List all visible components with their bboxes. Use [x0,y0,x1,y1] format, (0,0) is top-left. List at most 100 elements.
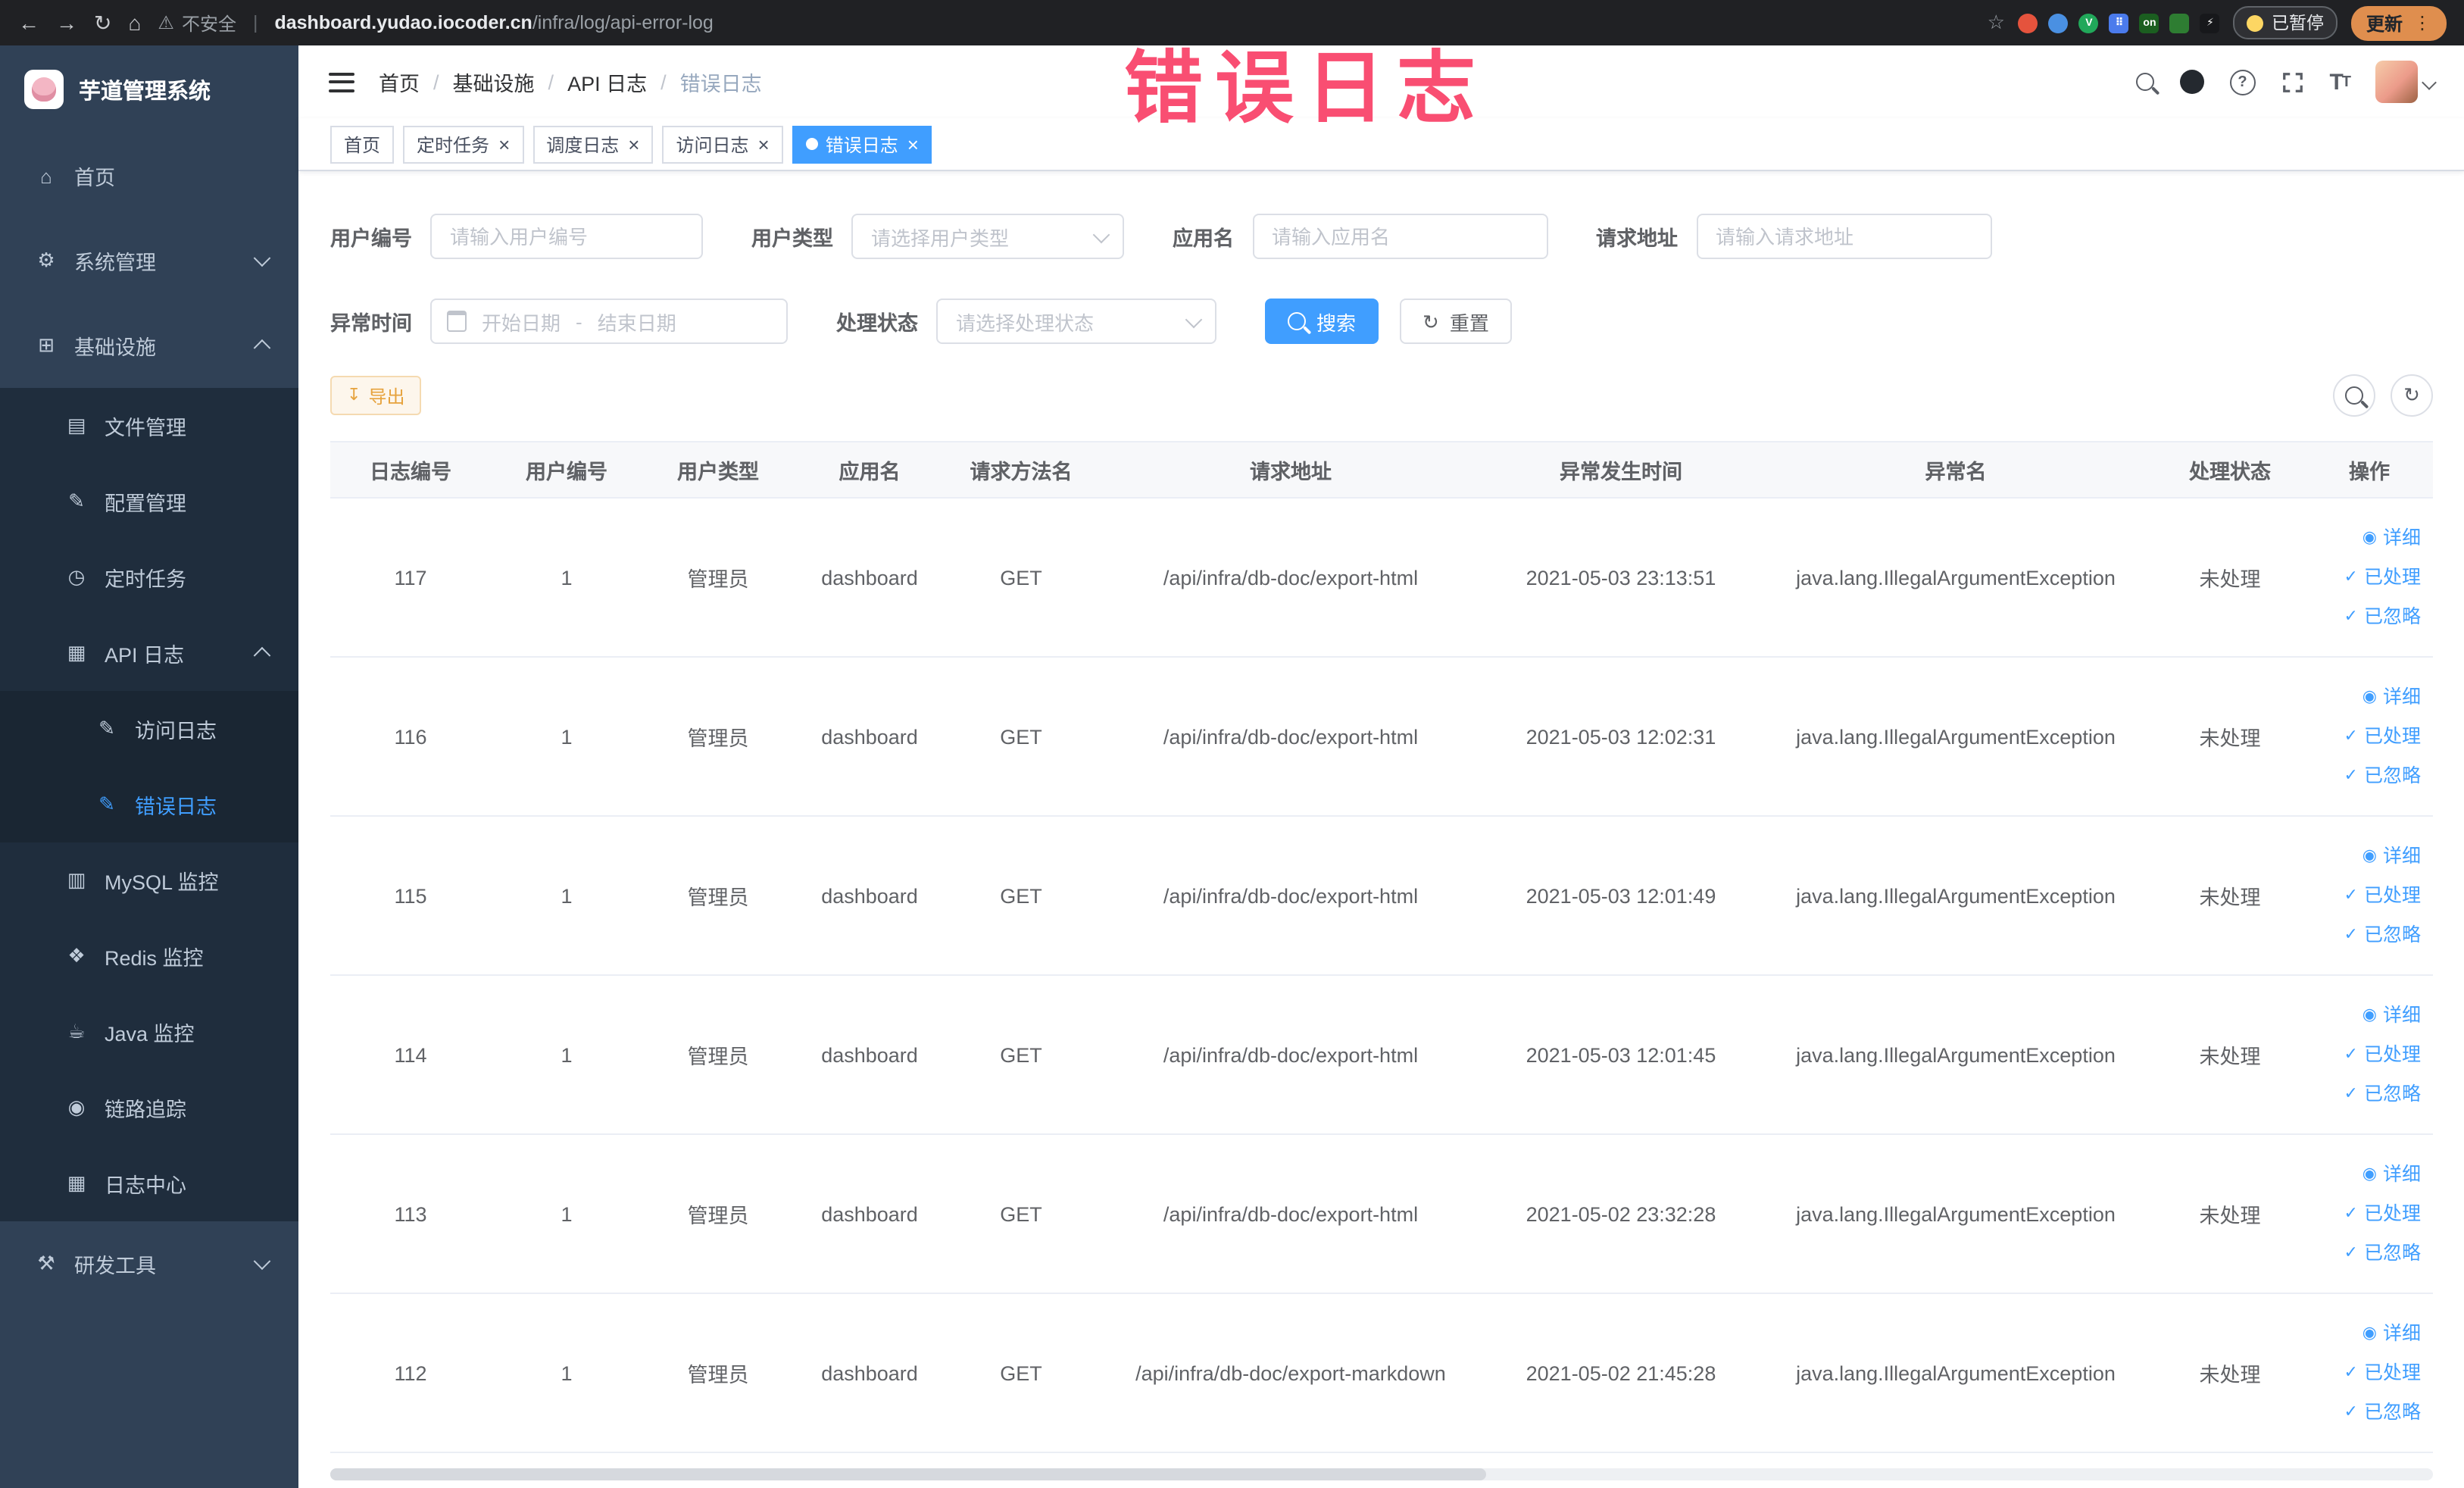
action-processed[interactable]: ✓ 已处理 [2312,717,2421,756]
close-icon[interactable]: × [907,134,919,154]
refresh-button[interactable]: ↻ [2391,374,2433,417]
extension-leaf-icon[interactable] [2169,13,2190,33]
check-icon: ✓ [2344,1364,2358,1382]
close-icon[interactable]: × [628,134,639,154]
extension-red-ball-icon[interactable] [2018,13,2038,33]
start-date-placeholder: 开始日期 [482,311,561,334]
extension-on-badge-icon[interactable]: on [2139,13,2160,33]
action-label: 已处理 [2363,567,2421,588]
search-icon[interactable] [2135,73,2154,91]
action-ignored[interactable]: ✓ 已忽略 [2312,1393,2421,1432]
sidebar: 芋道管理系统 ⌂ 首页 ⚙ 系统管理 ⊞ 基础设施 ▤ 文件管理 ✎ 配置管理 ◷ 定时任务 ▦ API … [0,45,298,1488]
table-row: 115 1 管理员 dashboard GET/api/infra/db-doc/exp… [330,816,2433,976]
sidebar-item-redis-monitor[interactable]: ❖ Redis 监控 [0,918,298,994]
action-detail[interactable]: ◉ 详细 [2312,518,2421,558]
sidebar-item-system-mgmt[interactable]: ⚙ 系统管理 [0,218,298,303]
sidebar-item-trace[interactable]: ◉ 链路追踪 [0,1070,298,1146]
help-icon[interactable]: ? [2229,69,2256,95]
fullscreen-icon[interactable] [2281,70,2303,93]
sidebar-item-java-monitor[interactable]: ☕ Java 监控 [0,994,298,1070]
security-indicator[interactable]: ⚠ 不安全 [158,10,236,36]
tab-timed-task[interactable]: 定时任务 × [403,125,524,163]
action-detail[interactable]: ◉ 详细 [2312,836,2421,876]
app-logo[interactable]: 芋道管理系统 [0,45,298,133]
address-bar[interactable]: dashboard.yudao.iocoder.cn/infra/log/api… [274,12,713,33]
action-detail[interactable]: ◉ 详细 [2312,677,2421,717]
close-icon[interactable]: × [758,134,770,154]
action-ignored[interactable]: ✓ 已忽略 [2312,915,2421,955]
action-detail[interactable]: ◉ 详细 [2312,1155,2421,1194]
reload-icon[interactable]: ↻ [94,12,111,33]
sidebar-item-log-center[interactable]: ▦ 日志中心 [0,1146,298,1221]
gear-icon: ⚙ [37,249,55,271]
action-ignored[interactable]: ✓ 已忽略 [2312,756,2421,796]
sidebar-item-api-log[interactable]: ▦ API 日志 [0,615,298,691]
app-name-input[interactable] [1252,214,1547,259]
app-shell: 芋道管理系统 ⌂ 首页 ⚙ 系统管理 ⊞ 基础设施 ▤ 文件管理 ✎ 配置管理 ◷ 定时任务 ▦ API … [0,45,2464,1488]
sidebar-item-infrastructure[interactable]: ⊞ 基础设施 [0,303,298,388]
action-detail[interactable]: ◉ 详细 [2312,1314,2421,1353]
request-url-input[interactable] [1696,214,1991,259]
cell-status: 未处理 [2154,1293,2306,1453]
column-header-exception-name: 异常名 [1757,441,2154,499]
sidebar-item-dev-tools[interactable]: ⚒ 研发工具 [0,1221,298,1306]
export-button[interactable]: ↧ 导出 [330,376,422,415]
extension-green-v-icon[interactable]: V [2078,13,2099,33]
tab-home[interactable]: 首页 [330,125,395,163]
back-icon[interactable]: ← [18,12,39,33]
eye-icon: ◉ [2362,1165,2377,1183]
tab-error-log[interactable]: 错误日志 × [792,125,932,163]
tab-schedule-log[interactable]: 调度日志 × [532,125,654,163]
sidebar-item-mysql-monitor[interactable]: ▥ MySQL 监控 [0,842,298,918]
scrollbar-thumb[interactable] [330,1468,1487,1480]
sidebar-item-home[interactable]: ⌂ 首页 [0,133,298,218]
cell-exception-time: 2021-05-03 23:13:51 [1485,498,1757,658]
toggle-search-button[interactable] [2333,374,2375,417]
action-processed[interactable]: ✓ 已处理 [2312,1194,2421,1233]
github-icon[interactable] [2179,70,2204,94]
tab-bar: 首页 定时任务 × 调度日志 × 访问日志 × 错误日志 × [298,118,2464,171]
extension-plug-icon[interactable]: ⚡ [2200,13,2220,33]
check-icon: ✓ [2344,1046,2358,1064]
trace-icon: ◉ [67,1096,86,1118]
hamburger-icon[interactable] [329,72,354,92]
sidebar-item-access-log[interactable]: ✎ 访问日志 [0,691,298,767]
action-processed[interactable]: ✓ 已处理 [2312,558,2421,597]
action-ignored[interactable]: ✓ 已忽略 [2312,1233,2421,1273]
update-button[interactable]: 更新 ⋮ [2350,5,2447,40]
action-processed[interactable]: ✓ 已处理 [2312,1353,2421,1393]
close-icon[interactable]: × [498,134,510,154]
user-id-input[interactable] [430,214,703,259]
extension-blue-drop-icon[interactable] [2048,13,2069,33]
action-processed[interactable]: ✓ 已处理 [2312,1035,2421,1074]
forward-icon[interactable]: → [56,12,77,33]
sidebar-item-config-mgmt[interactable]: ✎ 配置管理 [0,464,298,539]
breadcrumb-item[interactable]: API 日志 [567,67,647,97]
tab-access-log[interactable]: 访问日志 × [662,125,783,163]
home-icon[interactable]: ⌂ [128,12,141,33]
action-detail[interactable]: ◉ 详细 [2312,996,2421,1035]
action-processed[interactable]: ✓ 已处理 [2312,876,2421,915]
breadcrumb-item[interactable]: 首页 [379,67,420,97]
action-ignored[interactable]: ✓ 已忽略 [2312,597,2421,636]
action-ignored[interactable]: ✓ 已忽略 [2312,1074,2421,1114]
app-header: 首页 / 基础设施 / API 日志 / 错误日志 ? TT [298,45,2464,118]
breadcrumb-item[interactable]: 基础设施 [453,67,535,97]
user-type-select[interactable]: 请选择用户类型 [851,214,1124,259]
reset-button[interactable]: ↻ 重置 [1400,299,1512,344]
sidebar-item-error-log[interactable]: ✎ 错误日志 [0,767,298,842]
date-range-picker[interactable]: 开始日期 - 结束日期 [430,299,788,344]
check-icon: ✓ [2344,767,2358,785]
paused-profile-badge[interactable]: 已暂停 [2233,6,2338,39]
extension-blue-grid-icon[interactable]: ⠿ [2109,13,2129,33]
sidebar-item-label: Redis 监控 [105,947,204,970]
search-button[interactable]: 搜索 [1265,299,1379,344]
cell-actions: ◉ 详细 ✓ 已处理 ✓ 已忽略 [2306,498,2433,658]
sidebar-item-timed-task[interactable]: ◷ 定时任务 [0,539,298,615]
bookmark-star-icon[interactable]: ☆ [1988,11,2005,35]
font-size-icon[interactable]: TT [2329,69,2351,95]
process-status-select[interactable]: 请选择处理状态 [936,299,1216,344]
sidebar-item-file-mgmt[interactable]: ▤ 文件管理 [0,388,298,464]
kebab-menu-icon[interactable]: ⋮ [2413,12,2431,33]
avatar[interactable] [2375,61,2437,103]
